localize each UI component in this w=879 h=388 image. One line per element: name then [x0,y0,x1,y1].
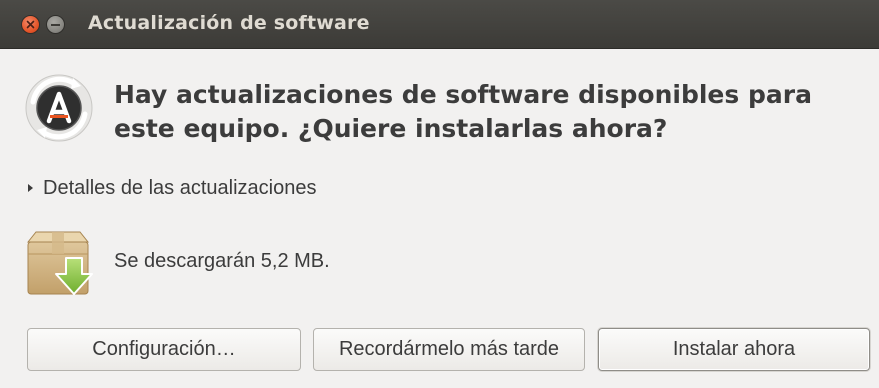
minimize-icon [51,24,60,26]
settings-button[interactable]: Configuración… [27,328,301,371]
download-size-text: Se descargarán 5,2 MB. [114,250,330,272]
title-bar[interactable]: Actualización de software [0,0,879,49]
window-title: Actualización de software [88,12,370,34]
expander-arrow-icon [28,184,33,192]
close-button[interactable] [21,15,40,34]
update-details-label: Detalles de las actualizaciones [43,176,317,199]
minimize-button[interactable] [46,15,65,34]
update-headline: Hay actualizaciones de software disponib… [114,80,812,143]
update-details-expander[interactable]: Detalles de las actualizaciones [28,173,317,203]
software-update-window: Actualización de software Hay actualizac… [0,0,879,388]
install-now-button[interactable]: Instalar ahora [598,328,870,371]
remind-later-button[interactable]: Recordármelo más tarde [313,328,585,371]
package-download-icon [26,231,93,295]
software-updater-icon [25,74,93,142]
close-icon [26,20,35,29]
